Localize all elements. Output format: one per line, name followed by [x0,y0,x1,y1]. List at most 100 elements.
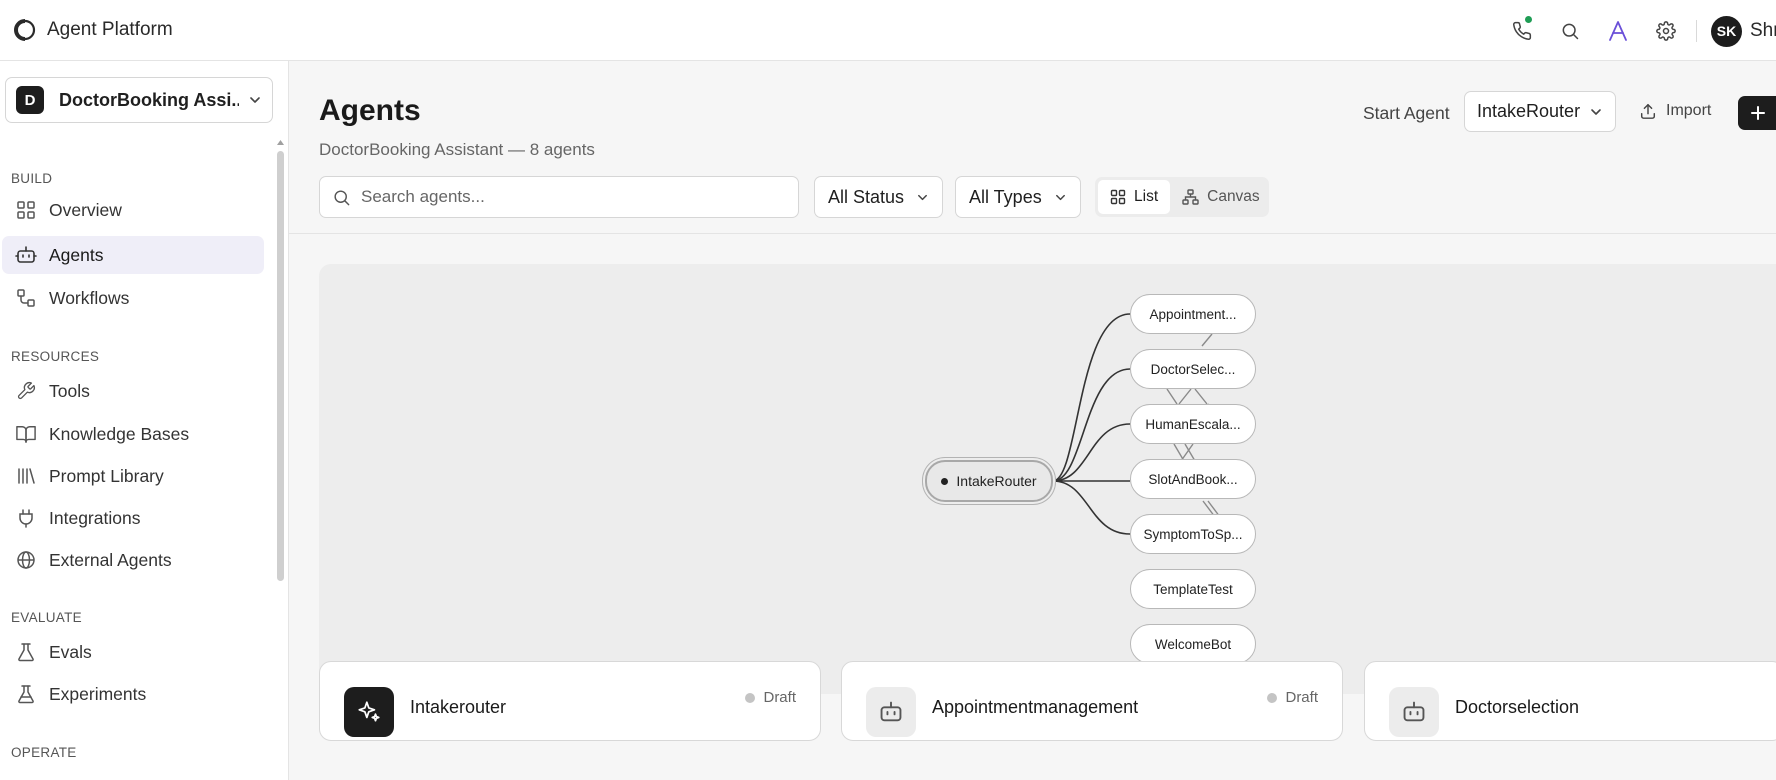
search-field[interactable] [319,176,799,218]
import-label: Import [1666,102,1712,119]
workflow-icon [14,288,38,308]
edge-cross [1178,388,1192,405]
section-evaluate: EVALUATE [11,610,82,625]
section-resources: RESOURCES [11,349,100,364]
beaker-icon [14,684,38,704]
sidebar-item-integrations[interactable]: Integrations [2,499,264,537]
sidebar-item-label: Knowledge Bases [49,423,190,444]
edge-cross [1166,388,1178,405]
scroll-up-icon[interactable] [276,139,285,146]
search-icon [332,188,351,207]
graph-node-start[interactable]: IntakeRouter [925,460,1053,502]
grid-icon [1110,189,1126,205]
agent-card[interactable]: Intakerouter Draft [319,661,821,741]
sidebar-item-external-agents[interactable]: External Agents [2,541,264,579]
status-label: Draft [1285,689,1318,706]
agent-card-title: Intakerouter [410,697,507,717]
start-agent-label: Start Agent [1363,103,1450,123]
grid-icon [14,200,38,220]
gear-icon[interactable] [1642,14,1690,48]
graph-node[interactable]: DoctorSelec... [1130,349,1256,389]
flask-icon [14,642,38,662]
platform-logo-icon [14,19,36,41]
status-badge: Draft [1267,689,1318,706]
sidebar-item-evals[interactable]: Evals [2,633,264,671]
graph-node[interactable]: SymptomToSp... [1130,514,1256,554]
sidebar-scrollbar[interactable] [277,151,284,581]
status-badge: Draft [745,689,796,706]
globe-icon [14,550,38,570]
user-name[interactable]: Shr [1750,20,1776,42]
upload-icon [1639,102,1657,120]
view-canvas-label: Canvas [1207,188,1260,205]
status-filter[interactable]: All Status [814,176,944,218]
status-label: Draft [763,689,796,706]
edge-cross [1194,388,1208,405]
import-button[interactable]: Import [1639,94,1711,128]
page-title: Agents [319,94,421,127]
sidebar-item-label: Overview [49,199,122,220]
search-input[interactable] [361,187,781,207]
brand[interactable]: Agent Platform [14,19,173,41]
agent-card[interactable]: Appointmentmanagement Draft [841,661,1343,741]
start-node-dot [941,477,949,485]
graph-node[interactable]: HumanEscala... [1130,404,1256,444]
top-divider [1696,20,1697,42]
sidebar-item-label: Agents [49,244,104,265]
bot-icon [14,245,38,265]
status-dot [745,692,756,703]
view-list-label: List [1134,188,1159,205]
graph-node[interactable]: WelcomeBot [1130,624,1256,664]
graph-node[interactable]: Appointment... [1130,294,1256,334]
font-a-icon[interactable] [1594,14,1642,48]
top-actions: SK Shr [1498,14,1776,48]
chevron-down-icon [916,191,929,204]
sidebar-item-experiments[interactable]: Experiments [2,675,264,713]
agent-card[interactable]: Doctorselection [1364,661,1776,741]
edge-intake-appointment [1052,313,1131,482]
workspace-name: DoctorBooking Assi... [59,89,239,110]
sidebar-item-label: Integrations [49,507,141,528]
sidebar-item-workflows[interactable]: Workflows [2,279,264,317]
graph-node[interactable]: TemplateTest [1130,569,1256,609]
sidebar-item-label: Prompt Library [49,465,164,486]
agent-card-title: Doctorselection [1455,697,1580,717]
status-filter-value: All Status [828,186,905,207]
top-bar: Agent Platform SK Shr [0,0,1776,61]
add-agent-button[interactable] [1738,96,1776,130]
view-list-button[interactable]: List [1098,180,1171,214]
type-filter[interactable]: All Types [955,176,1081,218]
page-subtitle: DoctorBooking Assistant — 8 agents [319,140,595,159]
graph-node-label: IntakeRouter [956,473,1037,489]
edge-cross [1201,333,1213,347]
toolbar-divider [289,233,1776,234]
sidebar-item-label: Evals [49,641,92,662]
workspace-switcher[interactable]: D DoctorBooking Assi... [5,77,273,123]
sidebar-item-overview[interactable]: Overview [2,191,264,229]
edge-intake-humanescalation [1052,423,1131,482]
sparkles-icon [344,687,394,737]
type-filter-value: All Types [969,186,1042,207]
app-title: Agent Platform [47,19,173,40]
search-icon[interactable] [1546,14,1594,48]
bot-icon [866,687,916,737]
edge-intake-symptomtospecialty [1052,480,1131,535]
agent-graph-canvas[interactable]: IntakeRouter Appointment... DoctorSelec.… [319,264,1776,694]
sidebar-item-tools[interactable]: Tools [2,372,264,410]
graph-node[interactable]: SlotAndBook... [1130,459,1256,499]
plug-icon [14,508,38,528]
avatar[interactable]: SK [1711,15,1742,47]
bot-icon [1389,687,1439,737]
section-build: BUILD [11,171,53,186]
phone-icon[interactable] [1498,14,1546,48]
sidebar-item-agents[interactable]: Agents [2,236,264,274]
section-operate: OPERATE [11,745,77,760]
sidebar: D DoctorBooking Assi... BUILD Overview A… [0,61,289,780]
chevron-down-icon [1589,105,1603,119]
start-agent-select[interactable]: IntakeRouter [1464,91,1616,132]
sidebar-item-knowledge-bases[interactable]: Knowledge Bases [2,415,264,453]
sidebar-item-label: Tools [49,380,90,401]
sidebar-item-label: Workflows [49,287,130,308]
view-canvas-button[interactable]: Canvas [1170,180,1272,214]
sidebar-item-prompt-library[interactable]: Prompt Library [2,457,264,495]
